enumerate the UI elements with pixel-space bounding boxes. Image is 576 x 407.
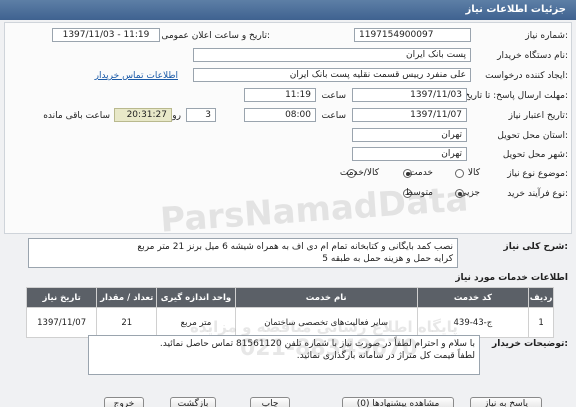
page-header: جزئیات اطلاعات نیاز [0, 0, 576, 20]
reply-time-label: ساعت [321, 91, 347, 101]
category-goods-radio[interactable] [455, 169, 464, 178]
creator-label: ایجاد کننده درخواست: [485, 71, 568, 81]
creator-field[interactable]: علی منفرد رییس قسمت نقلیه پست بانک ایران [193, 68, 471, 82]
contact-info-link[interactable]: اطلاعات تماس خریدار [95, 71, 178, 81]
buyer-notes-box[interactable]: با سلام و احترام لطفاً در صورت نیاز با ش… [88, 335, 480, 375]
city-label: شهر محل تحویل: [502, 150, 568, 160]
cell-unit: متر مربع [156, 307, 236, 338]
reply-date-field[interactable]: 1397/11/03 [352, 88, 467, 102]
print-button[interactable]: چاپ [250, 397, 290, 407]
validity-time-field[interactable]: 08:00 [244, 108, 316, 122]
description-line-1: نصب کمد بایگانی و کتابخانه تمام ام دی اف… [137, 242, 453, 252]
services-table: تاریخ نیاز تعداد / مقدار واحد اندازه گیر… [25, 287, 554, 338]
col-service-name: نام خدمت [234, 287, 418, 308]
col-unit: واحد اندازه گیری [156, 287, 236, 308]
validity-label: تاریخ اعتبار نیاز: [508, 111, 568, 121]
announce-field[interactable]: 1397/11/03 - 11:19 [52, 28, 160, 42]
buyer-notes-line-1: با سلام و احترام لطفاً در صورت نیاز با ش… [159, 339, 475, 349]
remaining-time-field: 20:31:27 [114, 108, 172, 122]
reply-time-field[interactable]: 11:19 [244, 88, 316, 102]
reply-button[interactable]: پاسخ به نیاز [470, 397, 542, 407]
cell-need-date: 1397/11/07 [25, 307, 98, 338]
cell-row: 1 [528, 307, 554, 338]
category-both-label: کالا/خدمت [339, 168, 379, 178]
buyer-notes-label: توضیحات خریدار: [492, 339, 568, 349]
days-field[interactable]: 3 [186, 108, 216, 122]
province-field[interactable]: تهران [352, 128, 467, 142]
city-field[interactable]: تهران [352, 147, 467, 161]
description-label: شرح کلی نیاز: [503, 242, 568, 252]
services-section-title: اطلاعات خدمات مورد نیاز [455, 273, 568, 283]
province-label: استان محل تحویل: [497, 131, 568, 141]
buyer-notes-line-2: لطفاً قیمت کل متراژ در سامانه بارگذاری ن… [296, 351, 475, 361]
announce-label: تاریخ و ساعت اعلان عمومی: [161, 31, 270, 41]
col-quantity: تعداد / مقدار [96, 287, 158, 308]
back-button[interactable]: بازگشت [170, 397, 216, 407]
cell-quantity: 21 [96, 307, 158, 338]
process-medium-label: متوسط [404, 188, 433, 198]
description-line-2: کرایه حمل و هزینه حمل به طبقه 5 [322, 254, 453, 264]
view-replies-button[interactable]: مشاهده پیشنهادها (0) [342, 397, 454, 407]
reply-deadline-label: مهلت ارسال پاسخ: تا تاریخ: [464, 91, 568, 101]
need-number-label: شماره نیاز: [525, 31, 568, 41]
description-box[interactable]: نصب کمد بایگانی و کتابخانه تمام ام دی اف… [28, 238, 458, 268]
category-label: موضوع نوع نیاز: [507, 169, 568, 179]
col-need-date: تاریخ نیاز [25, 287, 98, 308]
col-service-code: کد خدمت [416, 287, 530, 308]
col-row: ردیف [528, 287, 554, 308]
validity-date-field[interactable]: 1397/11/07 [352, 108, 467, 122]
buyer-label: نام دستگاه خریدار: [497, 51, 568, 61]
category-service-label: خدمت [409, 168, 433, 178]
table-header-row: تاریخ نیاز تعداد / مقدار واحد اندازه گیر… [25, 287, 554, 308]
remaining-label: ساعت باقی مانده [43, 111, 110, 121]
validity-time-label: ساعت [321, 111, 347, 121]
cell-service-code: ج-43-439 [416, 307, 530, 338]
category-goods-label: کالا [467, 168, 480, 178]
page-title: جزئیات اطلاعات نیاز [465, 4, 566, 15]
process-minor-label: جزیی [459, 188, 480, 198]
process-label: نوع فرآیند خرید: [507, 189, 568, 199]
buyer-field[interactable]: پست بانک ایران [193, 48, 471, 62]
need-number-field[interactable]: 1197154900097 [354, 28, 471, 42]
exit-button[interactable]: خروج [104, 397, 144, 407]
table-row[interactable]: 1397/11/07 21 متر مربع سایر فعالیت‌های ت… [25, 307, 554, 338]
cell-service-name: سایر فعالیت‌های تخصصی ساختمان [234, 307, 418, 338]
